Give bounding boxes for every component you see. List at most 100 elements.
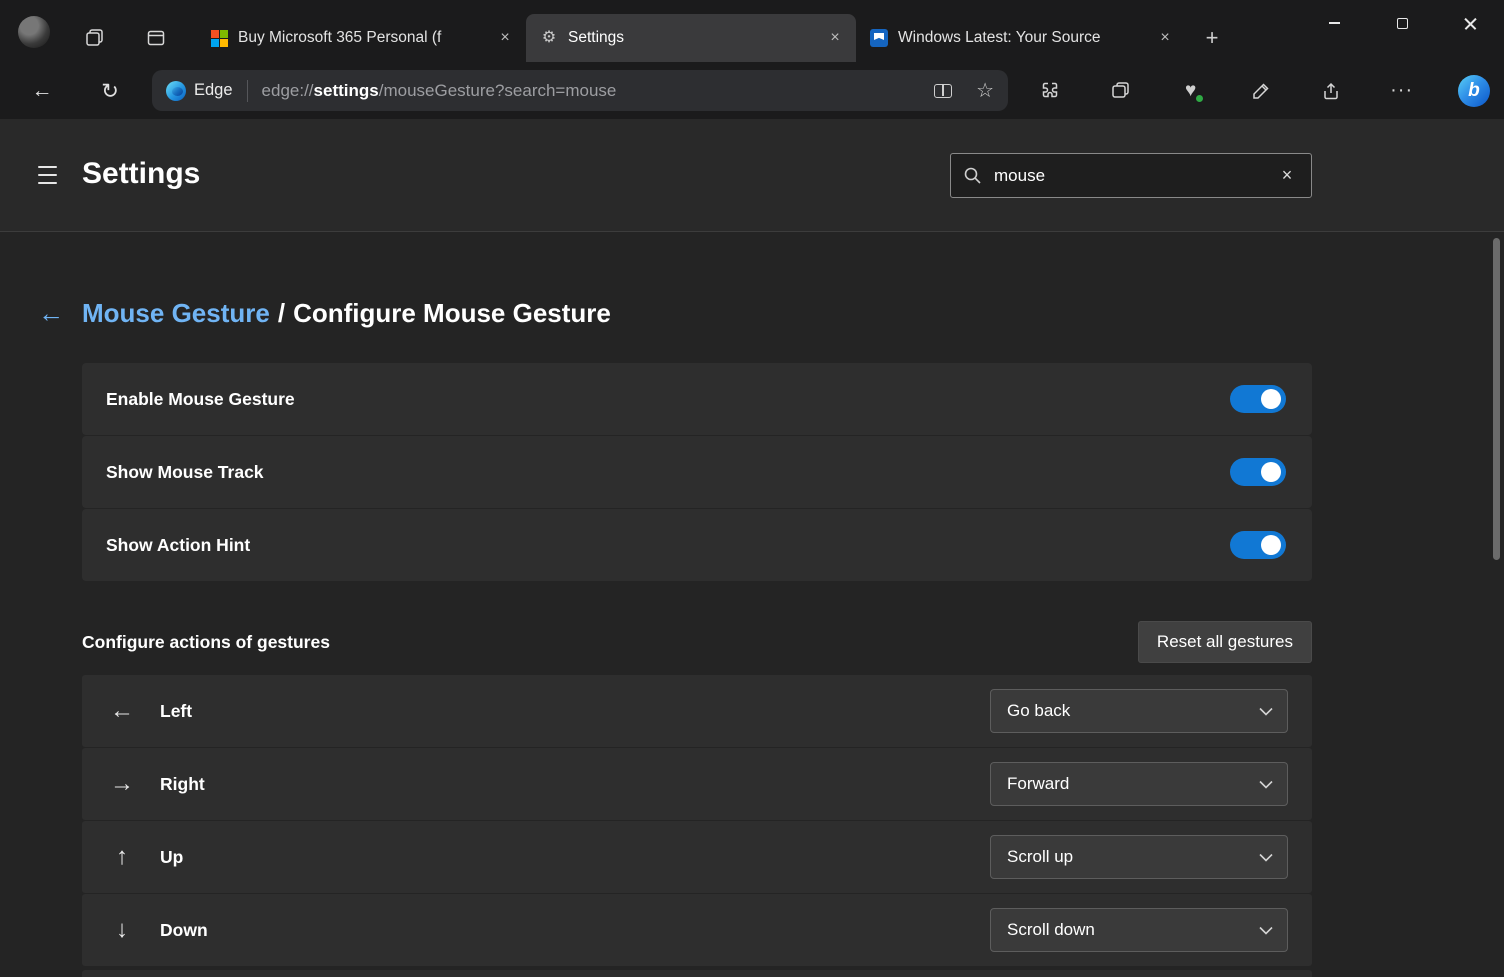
url-path: /mouseGesture?search=mouse bbox=[379, 81, 617, 100]
next-row-peek bbox=[82, 970, 1312, 977]
chevron-down-icon bbox=[1259, 707, 1273, 716]
setting-row-show-action-hint: Show Action Hint bbox=[82, 509, 1312, 581]
setting-label: Show Mouse Track bbox=[106, 462, 264, 483]
minimize-button[interactable] bbox=[1300, 0, 1368, 46]
breadcrumb-current: Configure Mouse Gesture bbox=[293, 298, 611, 328]
url-host: settings bbox=[314, 81, 379, 100]
tab-strip: Buy Microsoft 365 Personal (f × ⚙ Settin… bbox=[0, 0, 1504, 62]
gesture-section-header: Configure actions of gestures Reset all … bbox=[82, 620, 1312, 664]
tab-close-icon[interactable]: × bbox=[494, 27, 516, 49]
chevron-down-icon bbox=[1259, 926, 1273, 935]
tab-windows-latest[interactable]: Windows Latest: Your Source × bbox=[856, 14, 1186, 62]
chevron-down-icon bbox=[1259, 780, 1273, 789]
edge-logo-icon bbox=[166, 81, 186, 101]
setting-row-show-mouse-track: Show Mouse Track bbox=[82, 436, 1312, 508]
collections-icon[interactable] bbox=[1106, 77, 1134, 105]
browser-essentials-icon[interactable]: ♥ bbox=[1177, 77, 1205, 105]
close-button[interactable] bbox=[1436, 0, 1504, 46]
site-info-label[interactable]: Edge bbox=[194, 81, 233, 100]
tab-list: Buy Microsoft 365 Personal (f × ⚙ Settin… bbox=[196, 14, 1186, 62]
address-separator bbox=[247, 80, 248, 102]
clear-search-icon[interactable]: × bbox=[1275, 164, 1299, 188]
gear-icon: ⚙ bbox=[540, 29, 558, 47]
arrow-right-icon: → bbox=[108, 770, 136, 798]
browser-window: Buy Microsoft 365 Personal (f × ⚙ Settin… bbox=[0, 0, 1504, 977]
refresh-button[interactable]: ↻ bbox=[92, 73, 128, 109]
toolbar-icon-row: ♥ ··· b bbox=[1036, 62, 1490, 119]
settings-page-header: Settings × bbox=[0, 119, 1504, 231]
more-options-icon[interactable]: ··· bbox=[1388, 77, 1416, 105]
url-scheme: edge:// bbox=[262, 81, 314, 100]
breadcrumb-back-icon[interactable]: ← bbox=[38, 298, 64, 329]
tab-title: Settings bbox=[568, 29, 824, 47]
share-icon[interactable] bbox=[1317, 77, 1345, 105]
maximize-icon bbox=[1397, 18, 1408, 29]
gesture-row-up: ↑ Up Scroll up bbox=[82, 821, 1312, 893]
chevron-down-icon bbox=[1259, 853, 1273, 862]
microsoft-logo-icon bbox=[210, 29, 228, 47]
gesture-row-left: ← Left Go back bbox=[82, 675, 1312, 747]
gesture-row-right: → Right Forward bbox=[82, 748, 1312, 820]
gesture-direction-label: Up bbox=[160, 847, 183, 868]
health-badge bbox=[1195, 94, 1204, 103]
tab-buy-microsoft-365[interactable]: Buy Microsoft 365 Personal (f × bbox=[196, 14, 526, 62]
scrollbar-thumb[interactable] bbox=[1493, 238, 1500, 560]
workspaces-icon[interactable] bbox=[82, 26, 106, 50]
toggle-card-group: Enable Mouse Gesture Show Mouse Track Sh… bbox=[82, 363, 1312, 582]
new-tab-button[interactable]: + bbox=[1198, 24, 1226, 52]
favorite-star-icon[interactable]: ☆ bbox=[976, 81, 994, 101]
breadcrumb-separator: / bbox=[278, 298, 285, 328]
gesture-row-down: ↓ Down Scroll down bbox=[82, 894, 1312, 966]
copilot-bing-icon[interactable]: b bbox=[1458, 75, 1490, 107]
profile-avatar[interactable] bbox=[18, 16, 50, 48]
minimize-icon bbox=[1329, 22, 1340, 24]
settings-content: ← Mouse Gesture/Configure Mouse Gesture … bbox=[0, 232, 1504, 977]
dropdown-selected-value: Scroll up bbox=[1007, 847, 1073, 867]
tab-title: Windows Latest: Your Source bbox=[898, 29, 1154, 47]
url-text: edge://settings/mouseGesture?search=mous… bbox=[262, 81, 911, 101]
toggle-enable-mouse-gesture[interactable] bbox=[1230, 385, 1286, 413]
arrow-up-icon: ↑ bbox=[108, 843, 136, 871]
gesture-row-group: ← Left Go back → Right Forward ↑ Up bbox=[82, 675, 1312, 967]
section-title: Configure actions of gestures bbox=[82, 632, 330, 653]
dropdown-selected-value: Go back bbox=[1007, 701, 1070, 721]
maximize-button[interactable] bbox=[1368, 0, 1436, 46]
breadcrumb: Mouse Gesture / Configure Mouse Gesture bbox=[82, 296, 611, 330]
tab-close-icon[interactable]: × bbox=[824, 27, 846, 49]
gesture-action-dropdown-down[interactable]: Scroll down bbox=[990, 908, 1288, 952]
tab-title: Buy Microsoft 365 Personal (f bbox=[238, 29, 494, 47]
menu-icon[interactable] bbox=[38, 164, 62, 186]
web-capture-icon[interactable] bbox=[1247, 77, 1275, 105]
setting-row-enable-mouse-gesture: Enable Mouse Gesture bbox=[82, 363, 1312, 435]
window-controls bbox=[1300, 0, 1504, 46]
gesture-action-dropdown-left[interactable]: Go back bbox=[990, 689, 1288, 733]
gesture-action-dropdown-right[interactable]: Forward bbox=[990, 762, 1288, 806]
breadcrumb-link-mouse-gesture[interactable]: Mouse Gesture bbox=[82, 298, 270, 328]
tab-settings[interactable]: ⚙ Settings × bbox=[526, 14, 856, 62]
toggle-show-action-hint[interactable] bbox=[1230, 531, 1286, 559]
toolbar: ← ↻ Edge edge://settings/mouseGesture?se… bbox=[0, 62, 1504, 119]
page-title: Settings bbox=[82, 157, 200, 191]
tab-close-icon[interactable]: × bbox=[1154, 27, 1176, 49]
tab-actions-menu-icon[interactable] bbox=[144, 26, 168, 50]
close-icon bbox=[1464, 17, 1477, 30]
search-icon bbox=[963, 166, 982, 185]
setting-label: Enable Mouse Gesture bbox=[106, 389, 295, 410]
gesture-direction-label: Down bbox=[160, 920, 208, 941]
gesture-direction-label: Left bbox=[160, 701, 192, 722]
setting-label: Show Action Hint bbox=[106, 535, 250, 556]
toggle-show-mouse-track[interactable] bbox=[1230, 458, 1286, 486]
windows-latest-favicon bbox=[870, 29, 888, 47]
search-input[interactable] bbox=[994, 166, 1275, 186]
gesture-direction-label: Right bbox=[160, 774, 205, 795]
dropdown-selected-value: Scroll down bbox=[1007, 920, 1095, 940]
reset-all-gestures-button[interactable]: Reset all gestures bbox=[1138, 621, 1312, 663]
extensions-icon[interactable] bbox=[1036, 77, 1064, 105]
arrow-left-icon: ← bbox=[108, 697, 136, 725]
gesture-action-dropdown-up[interactable]: Scroll up bbox=[990, 835, 1288, 879]
split-screen-icon[interactable] bbox=[934, 84, 952, 98]
settings-search-box: × bbox=[950, 153, 1312, 198]
back-button[interactable]: ← bbox=[24, 73, 60, 109]
arrow-down-icon: ↓ bbox=[108, 916, 136, 944]
address-bar[interactable]: Edge edge://settings/mouseGesture?search… bbox=[152, 70, 1008, 111]
